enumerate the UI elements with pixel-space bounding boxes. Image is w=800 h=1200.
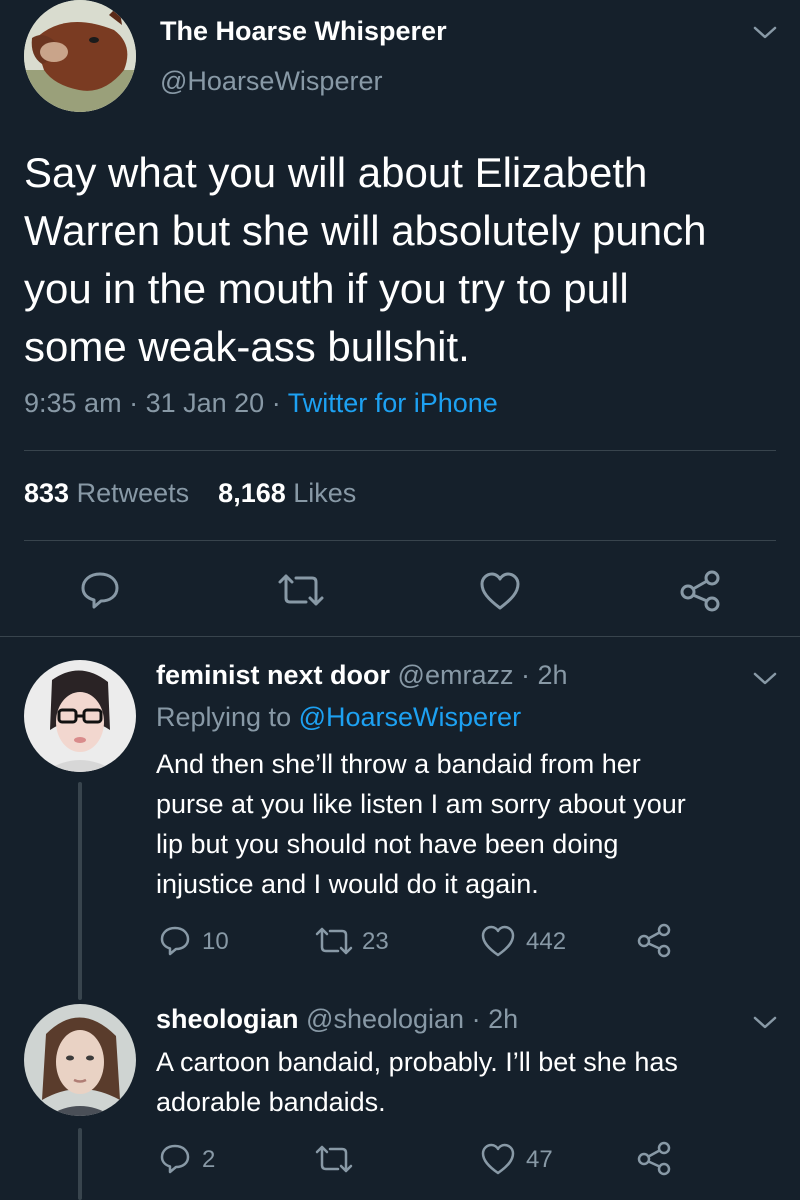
likes-count[interactable]: 8,168 [218,478,286,508]
meta-separator: · [271,388,281,418]
like-icon[interactable] [478,570,522,612]
share-icon[interactable] [678,568,722,612]
avatar-feminist-next-door[interactable] [24,660,136,772]
handle[interactable]: @HoarseWisperer [160,66,382,97]
reply-header: sheologian @sheologian · 2h [156,1004,518,1035]
reply-text: A cartoon bandaid, probably. I’ll bet sh… [156,1042,678,1122]
like-count: 442 [526,928,567,955]
like-icon[interactable] [480,924,516,958]
chevron-down-icon[interactable] [752,670,778,688]
retweets-count[interactable]: 833 [24,478,69,508]
retweet-icon[interactable] [314,926,354,956]
retweet-count: 23 [362,928,389,955]
tweet-text: Say what you will about Elizabeth Warren… [24,144,706,376]
chevron-down-icon[interactable] [752,24,778,42]
tweet-text-line: you in the mouth if you try to pull [24,265,629,312]
reply-time: · 2h [521,660,568,690]
retweet-icon[interactable] [276,572,326,608]
reply-header: feminist next door @emrazz · 2h [156,660,568,691]
chevron-down-icon[interactable] [752,1014,778,1032]
retweets-label[interactable]: Retweets [77,478,190,508]
display-name[interactable]: sheologian [156,1004,299,1034]
tweet-meta: 9:35 am · 31 Jan 20 · Twitter for iPhone [24,388,498,419]
reply-text-line: A cartoon bandaid, probably. I’ll bet sh… [156,1047,678,1077]
reply-count: 10 [202,928,229,955]
meta-separator: · [129,388,139,418]
display-name[interactable]: The Hoarse Whisperer [160,16,447,47]
reply-text-line: adorable bandaids. [156,1087,386,1117]
share-icon[interactable] [636,1140,672,1176]
reply-icon[interactable] [158,924,192,958]
replying-prefix: Replying to [156,702,292,732]
handle[interactable]: @sheologian [306,1004,464,1034]
thread-line [78,1128,82,1200]
reply-text-line: purse at you like listen I am sorry abou… [156,789,686,819]
reply-count: 2 [202,1146,216,1173]
tweet-stats: 833 Retweets 8,168 Likes [24,478,356,509]
tweet-date: 31 Jan 20 [145,388,265,418]
section-divider [0,636,800,637]
like-icon[interactable] [480,1142,516,1176]
reply-icon[interactable] [78,568,122,612]
tweet-text-line: some weak-ass bullshit. [24,323,470,370]
horse-avatar-image [24,0,136,112]
share-icon[interactable] [636,922,672,958]
avatar-sheologian[interactable] [24,1004,136,1116]
profile-photo [24,660,136,772]
like-count: 47 [526,1146,553,1173]
divider [24,450,776,451]
divider [24,540,776,541]
display-name[interactable]: feminist next door [156,660,390,690]
profile-photo [24,1004,136,1116]
tweet-source[interactable]: Twitter for iPhone [288,388,498,418]
reply-text-line: lip but you should not have been doing [156,829,619,859]
avatar-hoarse-whisperer[interactable] [24,0,136,112]
replying-to: Replying to @HoarseWisperer [156,702,521,733]
retweet-icon[interactable] [314,1144,354,1174]
reply-text: And then she’ll throw a bandaid from her… [156,744,686,904]
thread-line [78,782,82,1000]
tweet-time: 9:35 am [24,388,122,418]
tweet-text-line: Warren but she will absolutely punch [24,207,707,254]
likes-label[interactable]: Likes [293,478,356,508]
replying-to-handle[interactable]: @HoarseWisperer [299,702,521,732]
reply-text-line: injustice and I would do it again. [156,869,539,899]
tweet-text-line: Say what you will about Elizabeth [24,149,648,196]
reply-text-line: And then she’ll throw a bandaid from her [156,749,641,779]
handle[interactable]: @emrazz [398,660,514,690]
reply-icon[interactable] [158,1142,192,1176]
reply-time: · 2h [471,1004,519,1034]
